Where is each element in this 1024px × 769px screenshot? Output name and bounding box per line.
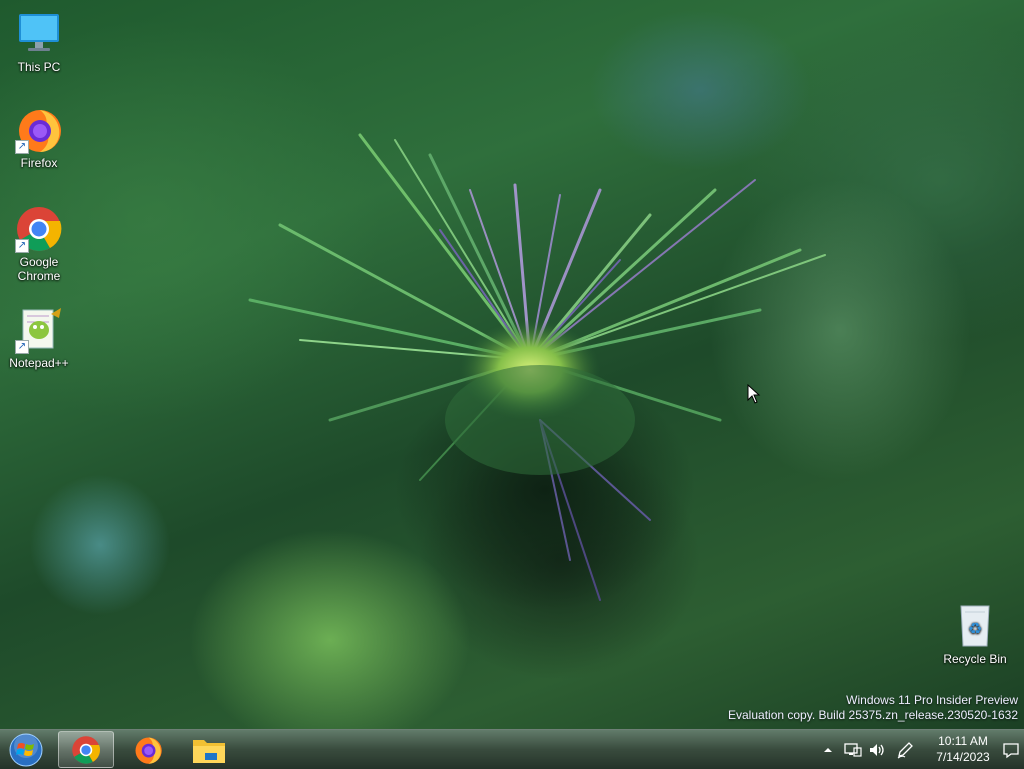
- taskbar: 10:11 AM 7/14/2023: [0, 729, 1024, 769]
- mouse-cursor-icon: [747, 383, 761, 409]
- shortcut-arrow-icon: ↗: [15, 140, 29, 154]
- desktop-icon-label: Notepad++: [9, 356, 69, 370]
- file-explorer-icon: [193, 739, 225, 763]
- desktop: This PC ↗ Firefox ↗ Google Chrome ↗ Note…: [0, 0, 1024, 729]
- desktop-icon-notepad-plus-plus[interactable]: ↗ Notepad++: [1, 306, 77, 370]
- watermark-line-1: Windows 11 Pro Insider Preview: [846, 693, 1018, 707]
- watermark-line-2: Evaluation copy. Build 25375.zn_release.…: [728, 708, 1018, 722]
- taskbar-file-explorer-button[interactable]: [181, 731, 237, 768]
- wallpaper-flower: [248, 133, 826, 610]
- taskbar-chrome-button[interactable]: [58, 731, 114, 768]
- clock[interactable]: 10:11 AM 7/14/2023: [928, 733, 998, 765]
- recycle-bin-icon: ♻: [951, 602, 999, 650]
- chrome-icon: ↗: [15, 205, 63, 253]
- taskbar-firefox-button[interactable]: [120, 731, 176, 768]
- clock-date: 7/14/2023: [936, 750, 990, 764]
- desktop-icon-recycle-bin[interactable]: ♻ Recycle Bin: [937, 602, 1013, 666]
- evaluation-watermark: Windows 11 Pro Insider Preview Evaluatio…: [728, 693, 1018, 723]
- notepad-plus-plus-icon: ↗: [15, 306, 63, 354]
- desktop-icon-google-chrome[interactable]: ↗ Google Chrome: [1, 205, 77, 283]
- firefox-icon: [135, 737, 162, 764]
- system-tray: 10:11 AM 7/14/2023: [814, 730, 1024, 769]
- desktop-icon-label: Google Chrome: [17, 255, 61, 283]
- desktop-icon-label: Firefox: [20, 156, 58, 170]
- notification-icon[interactable]: [1000, 730, 1022, 769]
- desktop-icon-firefox[interactable]: ↗ Firefox: [1, 106, 77, 170]
- chrome-icon: [72, 735, 100, 764]
- desktop-icon-label: This PC: [17, 60, 61, 74]
- pen-icon[interactable]: [894, 730, 916, 769]
- desktop-icon-label: Recycle Bin: [943, 652, 1007, 666]
- clock-time: 10:11 AM: [938, 734, 988, 748]
- firefox-icon: ↗: [15, 106, 63, 154]
- desktop-icon-this-pc[interactable]: This PC: [1, 10, 77, 74]
- start-button[interactable]: [6, 732, 46, 768]
- chevron-up-icon[interactable]: [820, 730, 836, 769]
- windows-orb-icon: [9, 733, 43, 767]
- volume-icon[interactable]: [866, 730, 888, 769]
- monitor-icon: [15, 10, 63, 58]
- svg-text:♻: ♻: [968, 619, 982, 638]
- shortcut-arrow-icon: ↗: [15, 340, 29, 354]
- network-icon[interactable]: [842, 730, 864, 769]
- shortcut-arrow-icon: ↗: [15, 239, 29, 253]
